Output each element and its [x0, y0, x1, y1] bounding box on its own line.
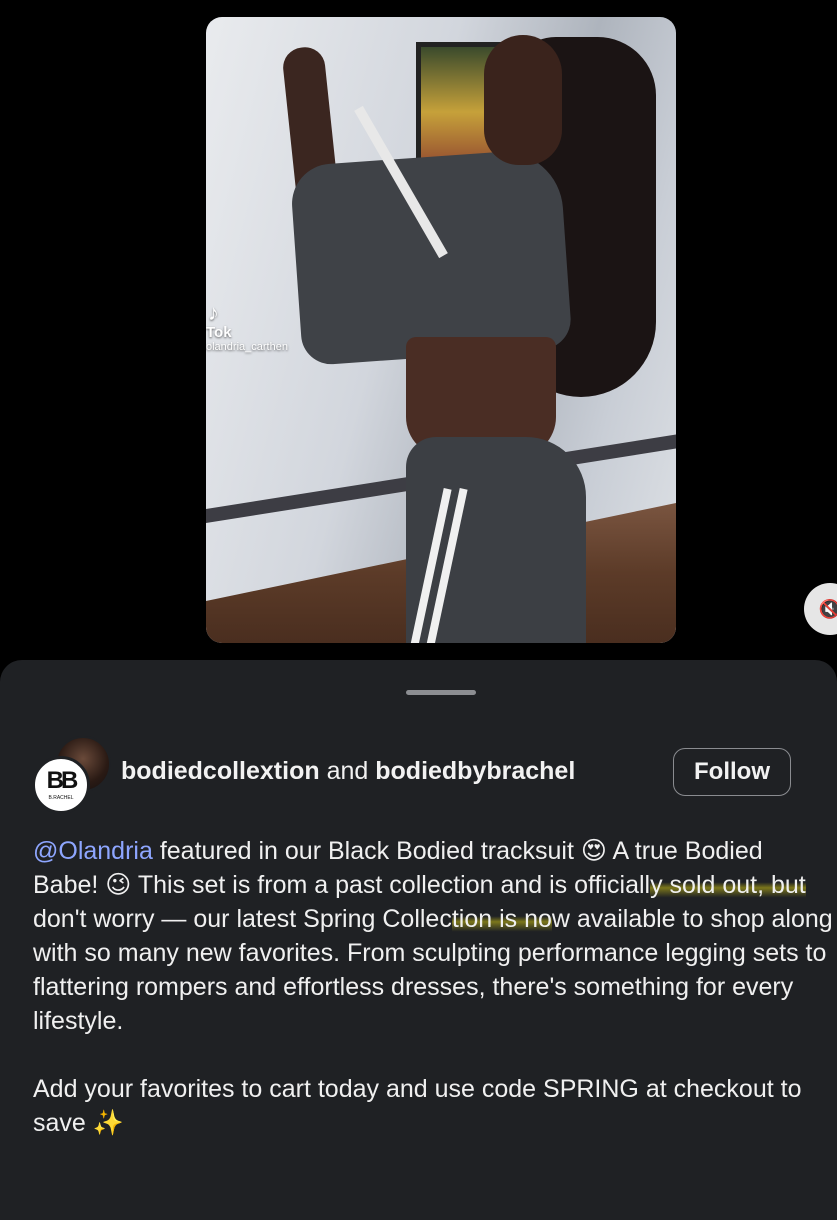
highlighted-text: tion is no [451, 905, 552, 933]
avatar-bodiedcollextion[interactable]: BB B.RACHEL [32, 756, 90, 814]
comments-sheet: BB B.RACHEL bodiedcollextion and bodiedb… [0, 660, 837, 1220]
wink-emoji: 😉 [105, 871, 132, 899]
avatar-subtext: B.RACHEL [48, 795, 74, 801]
caption-text: don't worry — our latest Spring Collec [33, 905, 452, 933]
post-caption: @Olandria featured in our Black Bodied t… [33, 834, 833, 1140]
author-secondary[interactable]: bodiedbybrachel [375, 757, 575, 785]
speaker-muted-icon: 🔇 [818, 598, 837, 619]
figure-head [484, 35, 562, 165]
figure-top [289, 147, 573, 367]
highlighted-text: y sold out, but [650, 871, 806, 899]
sparkles-emoji: ✨ [92, 1109, 124, 1137]
avatar-monogram: BB [46, 767, 79, 794]
tiktok-icon: ♪ [208, 300, 219, 325]
heart-eyes-emoji: 😍 [580, 837, 607, 865]
watermark-app: Tok [206, 324, 232, 341]
author-primary[interactable]: bodiedcollextion [121, 757, 320, 785]
caption-text: Add your favorites to cart today and use… [33, 1075, 802, 1137]
caption-text: This set is from a past collection and i… [131, 871, 651, 899]
sheet-grabber[interactable] [406, 690, 476, 695]
watermark-handle: olandria_carthen [206, 341, 288, 353]
mute-button[interactable]: 🔇 [804, 583, 837, 635]
author-connector: and [326, 757, 369, 785]
follow-button[interactable]: Follow [673, 748, 791, 796]
caption-text: featured in our Black Bodied tracksuit [152, 837, 581, 865]
caption-paragraph-1: @Olandria featured in our Black Bodied t… [33, 834, 833, 1038]
mention-link[interactable]: @Olandria [33, 837, 153, 865]
caption-paragraph-2: Add your favorites to cart today and use… [33, 1072, 833, 1140]
post-authors: bodiedcollextion and bodiedbybrachel [121, 757, 575, 786]
video-player[interactable]: ♪ Tok olandria_carthen [206, 17, 676, 643]
tiktok-watermark: ♪ Tok olandria_carthen [206, 300, 288, 354]
